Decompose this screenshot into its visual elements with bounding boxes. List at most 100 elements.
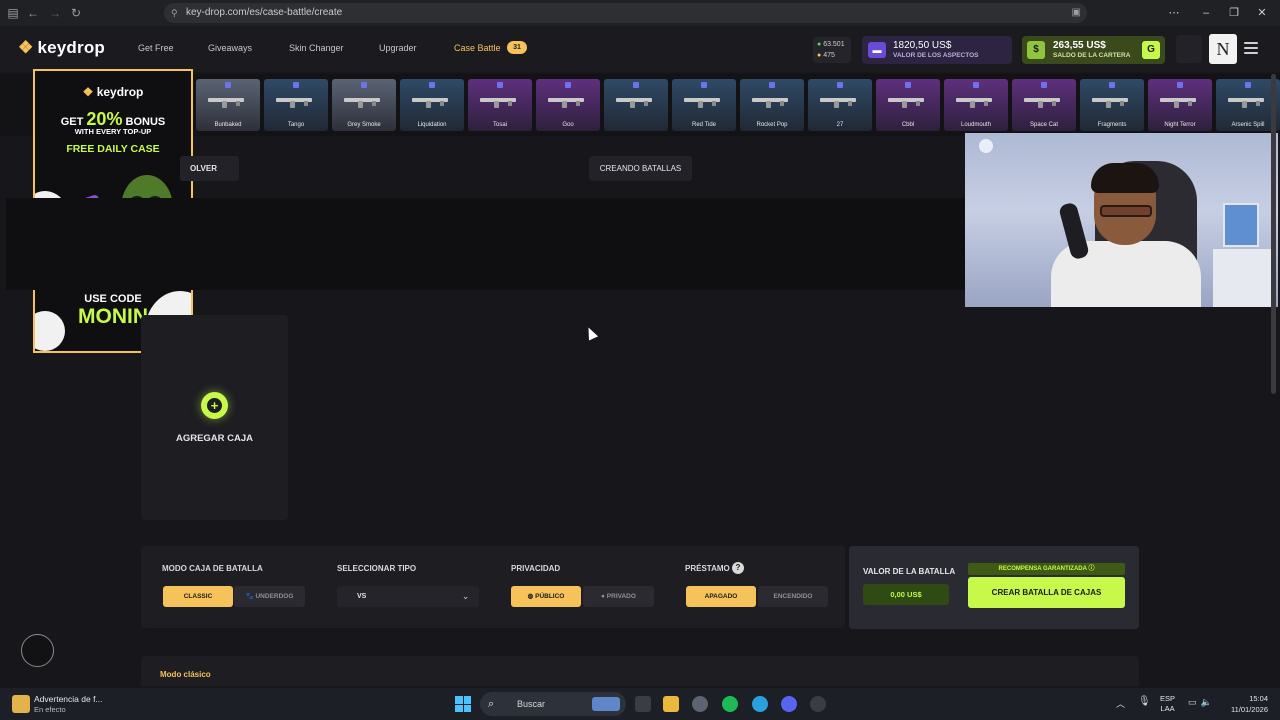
- privacy-public-label: PÚBLICO: [535, 593, 565, 600]
- loan-on-button[interactable]: ENCENDIDO: [758, 586, 828, 607]
- avatar[interactable]: N: [1209, 34, 1237, 64]
- battle-value-label: VALOR DE LA BATALLA: [863, 567, 956, 576]
- drop-item[interactable]: Loudmouth: [944, 79, 1008, 131]
- drop-item[interactable]: Night Terror: [1148, 79, 1212, 131]
- drop-item[interactable]: 27: [808, 79, 872, 131]
- discord-icon[interactable]: [781, 696, 797, 712]
- create-battle-button[interactable]: CREAR BATALLA DE CAJAS: [968, 577, 1125, 608]
- hamburger-menu-icon[interactable]: [1244, 42, 1258, 54]
- coins-balance[interactable]: ● 63.501 ● 475: [813, 37, 851, 63]
- weapon-skin-icon: [684, 98, 720, 108]
- chat-button[interactable]: [21, 634, 54, 667]
- browser-app-icon[interactable]: [692, 696, 708, 712]
- minimize-icon[interactable]: –: [1196, 4, 1216, 22]
- keydrop-logo-icon: ❖: [18, 38, 34, 57]
- language-indicator[interactable]: ESP LAA: [1160, 694, 1175, 714]
- site-info-icon[interactable]: ⚲: [171, 3, 178, 23]
- close-icon[interactable]: ✕: [1252, 4, 1272, 22]
- nav-giveaways[interactable]: Giveaways: [208, 43, 252, 53]
- drop-item[interactable]: [604, 79, 668, 131]
- help-icon[interactable]: ?: [732, 562, 744, 574]
- case-battle-count-badge: 31: [507, 41, 527, 54]
- clock[interactable]: 15:04 11/01/2026: [1222, 693, 1268, 715]
- task-view-icon[interactable]: [635, 696, 651, 712]
- url-text: key-drop.com/es/case-battle/create: [186, 7, 343, 18]
- add-case-plus-icon[interactable]: +: [201, 392, 228, 419]
- microphone-icon[interactable]: 🎙: [1138, 696, 1151, 707]
- sidebar-toggle-icon[interactable]: ▤: [4, 4, 22, 22]
- battle-value: 0,00 US$: [863, 584, 949, 605]
- nav-get-free[interactable]: Get Free: [138, 43, 174, 53]
- reader-mode-icon[interactable]: ▣: [1072, 3, 1081, 23]
- drop-item-name: Tosai: [492, 122, 507, 128]
- taskbar-search[interactable]: ⌕ Buscar: [480, 692, 626, 716]
- deposit-button[interactable]: G: [1142, 41, 1160, 59]
- add-case-card[interactable]: + AGREGAR CAJA: [141, 315, 288, 520]
- windows-start-icon[interactable]: [455, 696, 471, 712]
- mode-underdog-button[interactable]: 🐾 UNDERDOG: [234, 586, 305, 607]
- taskbar-warning-title[interactable]: Advertencia de f...: [34, 694, 103, 704]
- warning-icon[interactable]: [12, 695, 30, 713]
- privacy-private-button[interactable]: ● PRIVADO: [583, 586, 654, 607]
- mode-classic-button[interactable]: CLASSIC: [163, 586, 233, 607]
- browser-menu-icon[interactable]: ⋯: [1164, 4, 1184, 22]
- skins-value-widget[interactable]: ▬ 1820,50 US$ VALOR DE LOS ASPECTOS: [862, 36, 1012, 64]
- creating-battles-button[interactable]: CREANDO BATALLAS: [589, 156, 692, 181]
- mouse-cursor-icon: [583, 325, 599, 341]
- maximize-icon[interactable]: ❐: [1224, 4, 1244, 22]
- drop-item[interactable]: Red Tide: [672, 79, 736, 131]
- file-explorer-icon[interactable]: [663, 696, 679, 712]
- page-scrollbar[interactable]: [1271, 74, 1276, 394]
- type-select[interactable]: VS ⌄: [337, 586, 479, 607]
- wallet-value: 263,55 US$: [1053, 40, 1106, 51]
- nav-upgrader[interactable]: Upgrader: [379, 43, 417, 53]
- drop-item-name: Tango: [287, 122, 305, 128]
- telegram-icon[interactable]: [752, 696, 768, 712]
- privacy-public-button[interactable]: ◍ PÚBLICO: [511, 586, 581, 607]
- reload-icon[interactable]: ↻: [67, 4, 85, 22]
- forward-arrow-icon[interactable]: →: [46, 4, 64, 22]
- guaranteed-reward-badge[interactable]: RECOMPENSA GARANTIZADA ⓘ: [968, 563, 1125, 575]
- back-arrow-icon[interactable]: ←: [24, 4, 42, 22]
- wallet-widget[interactable]: $ 263,55 US$ SALDO DE LA CARTERA G: [1022, 36, 1165, 64]
- promo-line3: FREE DAILY CASE: [66, 143, 160, 155]
- type-label: SELECCIONAR TIPO: [337, 564, 417, 573]
- spotify-icon[interactable]: [722, 696, 738, 712]
- site-logo[interactable]: ❖ keydrop: [18, 38, 105, 58]
- tray-expand-icon[interactable]: ︿: [1116, 697, 1125, 710]
- weapon-skin-icon: [1160, 98, 1196, 108]
- rarity-icon: [701, 82, 707, 88]
- drop-item[interactable]: Bunbaked: [196, 79, 260, 131]
- mode-label: MODO CAJA DE BATALLA: [162, 564, 263, 573]
- notifications-button[interactable]: [1176, 35, 1202, 63]
- drop-item[interactable]: Liquidation: [400, 79, 464, 131]
- address-bar[interactable]: ⚲ key-drop.com/es/case-battle/create ▣: [164, 3, 1087, 23]
- rarity-icon: [1109, 82, 1115, 88]
- add-case-label: AGREGAR CAJA: [175, 433, 254, 444]
- drop-item-name: Liquidation: [417, 122, 447, 128]
- drop-item[interactable]: Tosai: [468, 79, 532, 131]
- rarity-icon: [905, 82, 911, 88]
- drop-item[interactable]: Goo: [536, 79, 600, 131]
- drop-item-name: Cbbl: [901, 122, 915, 128]
- weapon-skin-icon: [276, 98, 312, 108]
- skins-value: 1820,50 US$: [893, 40, 952, 51]
- clock-date: 11/01/2026: [1231, 705, 1268, 714]
- nav-case-battle[interactable]: Case Battle: [454, 43, 501, 53]
- app-icon[interactable]: [810, 696, 826, 712]
- tray-icons[interactable]: ▭🔈: [1188, 697, 1216, 708]
- drop-item[interactable]: Cbbl: [876, 79, 940, 131]
- back-button[interactable]: OLVER: [180, 156, 239, 181]
- drop-item[interactable]: Space Cat: [1012, 79, 1076, 131]
- drop-item[interactable]: Rocket Pop: [740, 79, 804, 131]
- rarity-icon: [1041, 82, 1047, 88]
- loan-off-button[interactable]: APAGADO: [686, 586, 756, 607]
- drop-item[interactable]: Tango: [264, 79, 328, 131]
- gun-icon: ▬: [868, 42, 886, 58]
- drop-item[interactable]: Grey Smoke: [332, 79, 396, 131]
- battle-summary: VALOR DE LA BATALLA 0,00 US$ RECOMPENSA …: [849, 546, 1139, 629]
- drop-item[interactable]: Fragments: [1080, 79, 1144, 131]
- nav-skin-changer[interactable]: Skin Changer: [289, 43, 344, 53]
- rarity-icon: [565, 82, 571, 88]
- coins-gold-value: 475: [823, 52, 835, 59]
